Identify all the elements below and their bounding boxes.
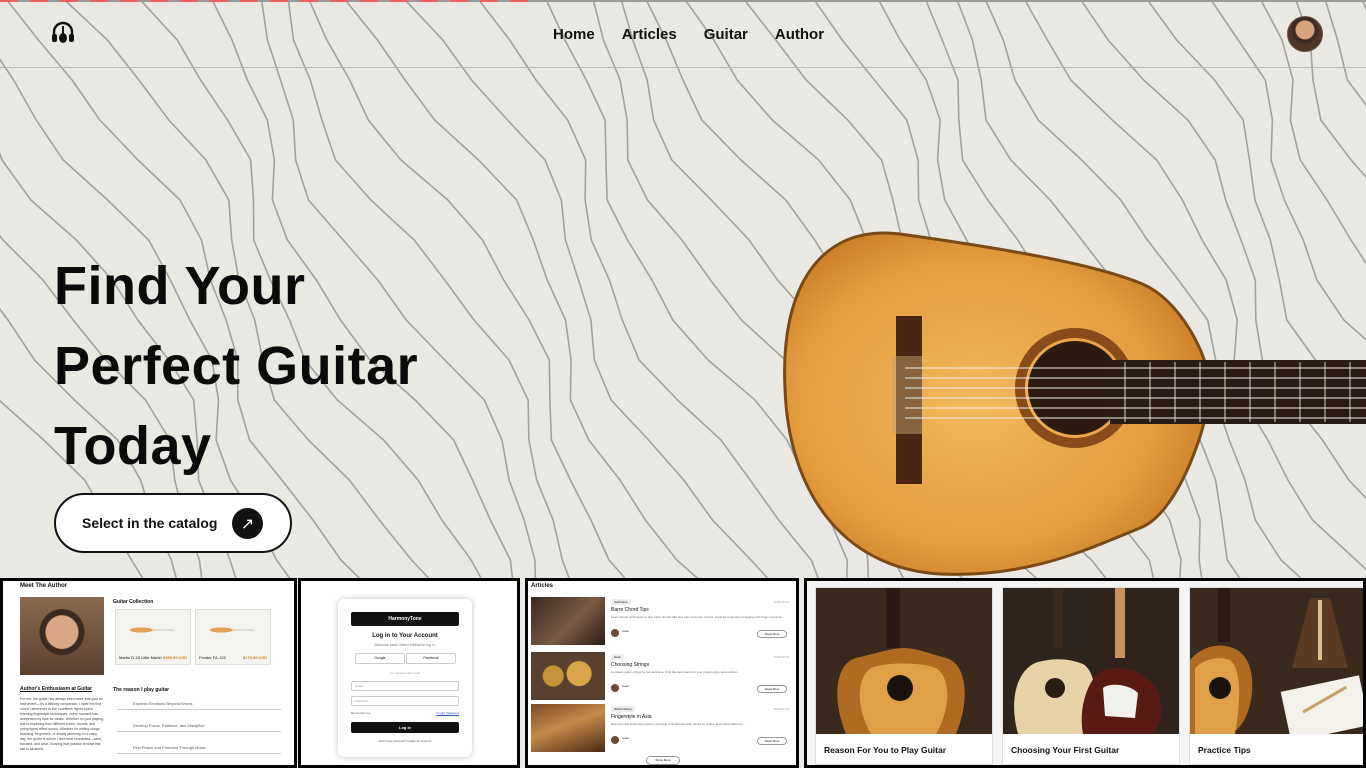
- article-title: Barre Chord Tips: [611, 607, 649, 613]
- product-price: $499.99 USD: [162, 655, 187, 660]
- author-avatar: [611, 684, 619, 692]
- article-excerpt: Compare guitar strings by feel and tone.…: [611, 670, 740, 674]
- nav-guitar[interactable]: Guitar: [704, 26, 748, 43]
- guitar-metronome-notebook-image: [1190, 588, 1363, 734]
- card-title: Choosing Your First Guitar: [1011, 745, 1120, 755]
- email-field[interactable]: Email: [351, 681, 459, 691]
- enthusiasm-text: For me, the guitar has always been more …: [20, 697, 104, 751]
- article-card[interactable]: Practice Tips: [1189, 587, 1363, 765]
- main-nav: Home Articles Guitar Author: [553, 26, 824, 43]
- article-image: [531, 652, 605, 700]
- read-more-button[interactable]: Read More: [757, 630, 787, 638]
- article-date: 2025-03-10: [773, 707, 789, 711]
- headline-line-1: Find Your: [54, 256, 306, 316]
- product-card[interactable]: Martin D-18 Little Martin $499.99 USD: [115, 609, 191, 665]
- article-tag: Gear: [611, 654, 624, 660]
- author-avatar: [611, 629, 619, 637]
- login-card: HarmonyTone Log in to Your Account Welco…: [338, 599, 472, 757]
- reasons-title: The reason I play guitar: [113, 687, 170, 693]
- article-card[interactable]: Reason For You to Play Guitar: [815, 587, 993, 765]
- google-login-button[interactable]: Google: [355, 653, 405, 664]
- card-title: Practice Tips: [1198, 745, 1251, 755]
- cta-label: Select in the catalog: [82, 515, 218, 531]
- articles-thumbnail[interactable]: Articles Technique 2025-02-16 Barre Chor…: [525, 578, 799, 768]
- article-image: [531, 704, 605, 752]
- article-tag: Technique: [611, 599, 631, 605]
- article-row[interactable]: Gear 2025-03-05 Choosing Strings Compare…: [531, 652, 793, 700]
- headphones-guitar-logo-icon[interactable]: [50, 20, 76, 46]
- login-title: Log in to Your Account: [372, 633, 438, 639]
- nav-author[interactable]: Author: [775, 26, 824, 43]
- nav-articles[interactable]: Articles: [622, 26, 677, 43]
- cards-thumbnail[interactable]: Reason For You to Play Guitar Choosing Y…: [804, 578, 1366, 768]
- collection-title: Guitar Collection: [113, 599, 154, 605]
- remember-me-checkbox[interactable]: Remember me: [351, 711, 371, 715]
- password-field[interactable]: Password: [351, 696, 459, 706]
- card-title: Reason For You to Play Guitar: [824, 745, 947, 755]
- read-more-button[interactable]: Read More: [757, 685, 787, 693]
- sunburst-guitar-image: [816, 588, 992, 734]
- article-image: [531, 597, 605, 645]
- guitar-product-image: [122, 620, 186, 640]
- select-catalog-button[interactable]: Select in the catalog ↗: [54, 493, 292, 553]
- headline-line-2: Perfect Guitar: [54, 336, 419, 396]
- arrow-up-right-icon: ↗: [232, 508, 263, 539]
- login-subtitle: Welcome back! Select method to log in:: [374, 643, 436, 647]
- navbar: Home Articles Guitar Author: [0, 0, 1366, 68]
- article-tag: World History: [611, 706, 635, 712]
- guitar-product-image: [202, 620, 266, 640]
- author-avatar: [611, 736, 619, 744]
- hero-section: Home Articles Guitar Author Find Your Pe…: [0, 0, 1366, 578]
- nav-home[interactable]: Home: [553, 26, 595, 43]
- headline-line-3: Today: [54, 416, 212, 476]
- user-avatar-icon[interactable]: [1287, 16, 1323, 52]
- reason-item[interactable]: Express Emotions Beyond Words: [117, 698, 281, 710]
- article-date: 2025-03-05: [773, 655, 789, 659]
- author-thumbnail[interactable]: Meet The Author Guitar Collection Martin…: [0, 578, 297, 768]
- author-photo: [20, 597, 104, 675]
- login-divider: Or continue with email: [390, 671, 420, 675]
- article-card[interactable]: Choosing Your First Guitar: [1002, 587, 1180, 765]
- article-row[interactable]: Technique 2025-02-16 Barre Chord Tips Le…: [531, 597, 793, 645]
- article-author: Isaac: [622, 684, 630, 688]
- login-button[interactable]: Log In: [351, 722, 459, 733]
- article-excerpt: Discover how fingerstyle guitar is boomi…: [611, 722, 746, 726]
- article-author: Isaac: [622, 629, 630, 633]
- classical-guitar-image: [783, 231, 1366, 576]
- reason-item[interactable]: Find Peace and Freedom Through Music: [117, 742, 281, 754]
- article-excerpt: Learn simple techniques to play barre ch…: [611, 615, 784, 619]
- article-author: Isaac: [622, 736, 630, 740]
- read-more-button[interactable]: Read More: [757, 737, 787, 745]
- facebook-login-button[interactable]: Facebook: [406, 653, 456, 664]
- acoustic-and-electric-guitar-image: [1003, 588, 1179, 734]
- product-name: Fender FA-125: [199, 655, 226, 660]
- forgot-password-link[interactable]: Forgot Password: [436, 711, 459, 715]
- product-card[interactable]: Fender FA-125 $179.99 USD: [195, 609, 271, 665]
- reason-item[interactable]: Develop Focus, Patience, and Discipline: [117, 720, 281, 732]
- hero-headline: Find Your Perfect Guitar Today: [54, 246, 574, 486]
- create-account-link[interactable]: Don't have account? Create an account: [338, 739, 472, 743]
- login-thumbnail[interactable]: HarmonyTone Log in to Your Account Welco…: [298, 578, 520, 768]
- product-price: $179.99 USD: [242, 655, 267, 660]
- articles-title: Articles: [531, 583, 554, 589]
- article-row[interactable]: World History 2025-03-10 Fingerstyle in …: [531, 704, 793, 752]
- meet-author-title: Meet The Author: [20, 583, 68, 589]
- article-title: Fingerstyle in Asia: [611, 714, 652, 720]
- show-more-button[interactable]: Show More: [646, 756, 680, 765]
- brand-logo: HarmonyTone: [351, 612, 459, 626]
- product-name: Martin D-18 Little Martin: [119, 655, 162, 660]
- article-date: 2025-02-16: [773, 600, 789, 604]
- article-title: Choosing Strings: [611, 662, 650, 668]
- enthusiasm-title: Author's Enthusiasm at Guitar: [20, 686, 93, 692]
